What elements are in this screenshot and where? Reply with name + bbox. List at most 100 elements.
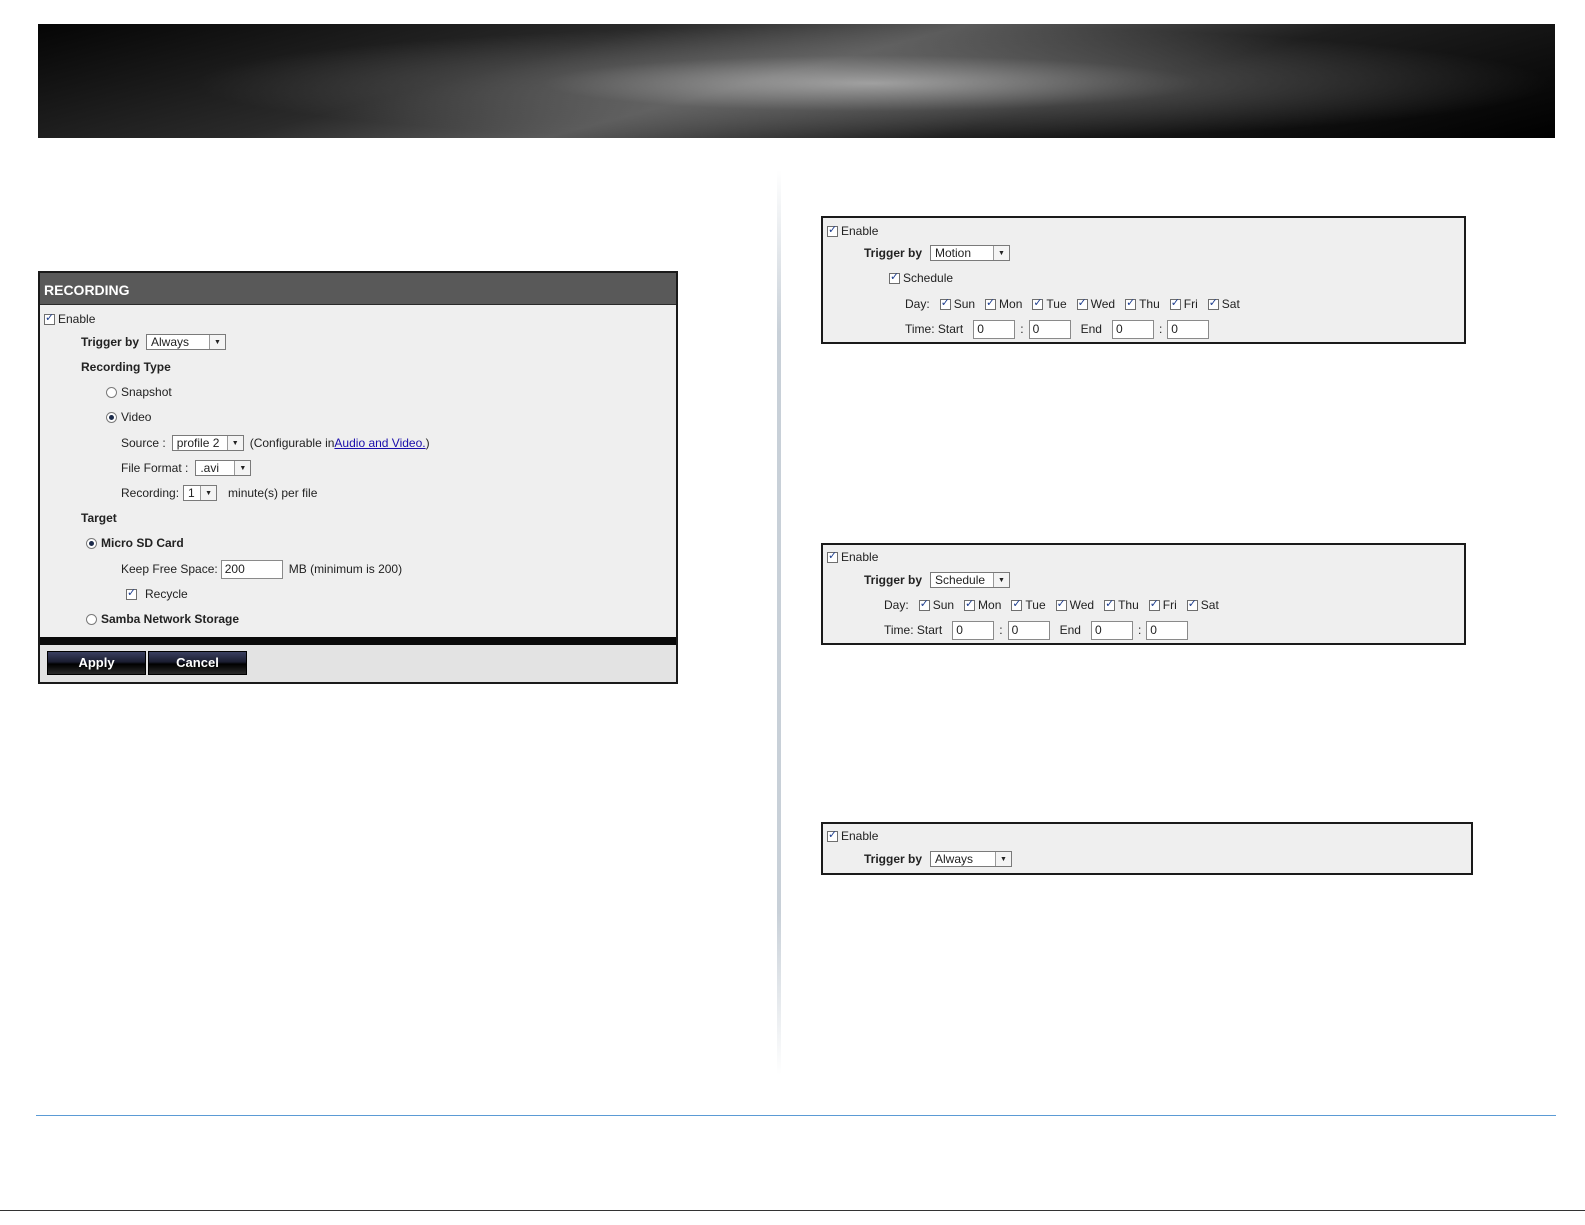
day-fri[interactable]: Fri bbox=[1148, 597, 1177, 612]
time-colon: : bbox=[999, 623, 1003, 637]
audio-video-link[interactable]: Audio and Video. bbox=[334, 436, 425, 450]
start-minute-input[interactable]: 0 bbox=[1028, 319, 1071, 339]
day-label-thu: Thu bbox=[1139, 297, 1160, 311]
end-label: End bbox=[1080, 322, 1102, 336]
tue-checkbox[interactable] bbox=[1032, 296, 1044, 310]
day-label: Day: bbox=[884, 598, 909, 612]
day-tue[interactable]: Tue bbox=[1011, 597, 1046, 612]
enable-checkbox[interactable] bbox=[827, 549, 838, 563]
fri-checkbox[interactable] bbox=[1169, 296, 1181, 310]
trigger-label: Trigger by bbox=[81, 335, 140, 349]
chevron-down-icon: ▼ bbox=[995, 852, 1012, 866]
mon-checkbox[interactable] bbox=[985, 296, 997, 310]
recycle-checkbox[interactable] bbox=[126, 586, 137, 600]
start-hour-input[interactable]: 0 bbox=[973, 319, 1016, 339]
wed-checkbox[interactable] bbox=[1055, 597, 1067, 611]
chevron-down-icon: ▼ bbox=[226, 436, 243, 450]
chevron-down-icon: ▼ bbox=[209, 335, 226, 349]
start-minute-input[interactable]: 0 bbox=[1007, 620, 1050, 640]
day-sun[interactable]: Sun bbox=[939, 296, 976, 311]
day-wed[interactable]: Wed bbox=[1076, 296, 1116, 311]
chevron-down-icon: ▼ bbox=[993, 573, 1010, 587]
snapshot-radio[interactable] bbox=[106, 386, 117, 398]
start-hour-input[interactable]: 0 bbox=[952, 620, 995, 640]
enable-checkbox[interactable] bbox=[827, 223, 838, 237]
end-hour-input[interactable]: 0 bbox=[1090, 620, 1133, 640]
micro-sd-radio[interactable] bbox=[86, 537, 97, 549]
trigger-select[interactable]: Always ▼ bbox=[930, 851, 1013, 867]
day-mon[interactable]: Mon bbox=[985, 296, 1022, 311]
file-format-select[interactable]: .avi ▼ bbox=[195, 460, 252, 476]
day-fri[interactable]: Fri bbox=[1169, 296, 1198, 311]
enable-label: Enable bbox=[841, 550, 879, 564]
apply-button[interactable]: Apply bbox=[47, 651, 146, 675]
day-tue[interactable]: Tue bbox=[1032, 296, 1067, 311]
footer-rule bbox=[36, 1115, 1556, 1116]
day-label-wed: Wed bbox=[1090, 297, 1116, 311]
time-colon: : bbox=[1137, 623, 1142, 637]
recording-minutes-value: 1 bbox=[188, 486, 195, 500]
day-label-sun: Sun bbox=[953, 297, 976, 311]
end-minute-input[interactable]: 0 bbox=[1167, 319, 1210, 339]
file-format-value: .avi bbox=[200, 461, 220, 475]
video-radio[interactable] bbox=[106, 411, 117, 423]
trigger-select[interactable]: Schedule ▼ bbox=[930, 572, 1011, 588]
keep-free-label: Keep Free Space: bbox=[121, 562, 218, 576]
samba-radio[interactable] bbox=[86, 613, 97, 625]
source-select[interactable]: profile 2 ▼ bbox=[171, 435, 244, 451]
time-colon: : bbox=[1020, 322, 1024, 336]
snapshot-label: Snapshot bbox=[121, 385, 172, 399]
recording-minutes-select[interactable]: 1 ▼ bbox=[183, 485, 218, 501]
thu-checkbox[interactable] bbox=[1104, 597, 1116, 611]
trigger-select[interactable]: Motion ▼ bbox=[930, 245, 1011, 261]
enable-label: Enable bbox=[841, 224, 879, 238]
recording-suffix: minute(s) per file bbox=[228, 486, 318, 500]
day-sun[interactable]: Sun bbox=[918, 597, 955, 612]
wed-checkbox[interactable] bbox=[1076, 296, 1088, 310]
day-label-mon: Mon bbox=[978, 598, 1002, 612]
header-banner bbox=[38, 24, 1555, 138]
trigger-label: Trigger by bbox=[864, 573, 923, 587]
enable-checkbox[interactable] bbox=[44, 311, 55, 325]
source-value: profile 2 bbox=[176, 436, 220, 450]
end-hour-input[interactable]: 0 bbox=[1111, 319, 1154, 339]
always-trigger-panel: Enable Trigger by Always ▼ bbox=[821, 822, 1473, 875]
day-mon[interactable]: Mon bbox=[964, 597, 1002, 612]
end-minute-input[interactable]: 0 bbox=[1146, 620, 1189, 640]
micro-sd-label: Micro SD Card bbox=[101, 536, 184, 550]
trigger-value: Always bbox=[935, 852, 974, 866]
trigger-value: Always bbox=[151, 335, 190, 349]
day-label-sun: Sun bbox=[932, 598, 955, 612]
button-bar: Apply Cancel bbox=[40, 645, 676, 682]
day-thu[interactable]: Thu bbox=[1125, 296, 1160, 311]
schedule-trigger-panel: Enable Trigger by Schedule ▼ Day: Sun Mo… bbox=[821, 543, 1466, 645]
trigger-select[interactable]: Always ▼ bbox=[146, 334, 227, 350]
sat-checkbox[interactable] bbox=[1207, 296, 1219, 310]
target-label: Target bbox=[81, 511, 117, 525]
sat-checkbox[interactable] bbox=[1186, 597, 1198, 611]
configurable-prefix: (Configurable in bbox=[249, 436, 335, 450]
time-start-label: Time: Start bbox=[884, 623, 943, 637]
sun-checkbox[interactable] bbox=[918, 597, 930, 611]
day-sat[interactable]: Sat bbox=[1207, 296, 1240, 311]
day-wed[interactable]: Wed bbox=[1055, 597, 1094, 612]
time-start-label: Time: Start bbox=[905, 322, 964, 336]
file-format-label: File Format : bbox=[121, 461, 189, 475]
day-label-thu: Thu bbox=[1118, 598, 1139, 612]
day-sat[interactable]: Sat bbox=[1186, 597, 1219, 612]
chevron-down-icon: ▼ bbox=[234, 461, 251, 475]
fri-checkbox[interactable] bbox=[1148, 597, 1160, 611]
chevron-down-icon: ▼ bbox=[200, 486, 217, 500]
cancel-button[interactable]: Cancel bbox=[148, 651, 247, 675]
day-thu[interactable]: Thu bbox=[1104, 597, 1139, 612]
sun-checkbox[interactable] bbox=[939, 296, 951, 310]
thu-checkbox[interactable] bbox=[1125, 296, 1137, 310]
mon-checkbox[interactable] bbox=[964, 597, 976, 611]
enable-checkbox[interactable] bbox=[827, 828, 838, 842]
schedule-label: Schedule bbox=[903, 271, 954, 285]
tue-checkbox[interactable] bbox=[1011, 597, 1023, 611]
keep-free-input[interactable]: 200 bbox=[220, 559, 283, 579]
samba-label: Samba Network Storage bbox=[101, 612, 240, 626]
trigger-label: Trigger by bbox=[864, 246, 923, 260]
schedule-checkbox[interactable] bbox=[889, 270, 900, 284]
